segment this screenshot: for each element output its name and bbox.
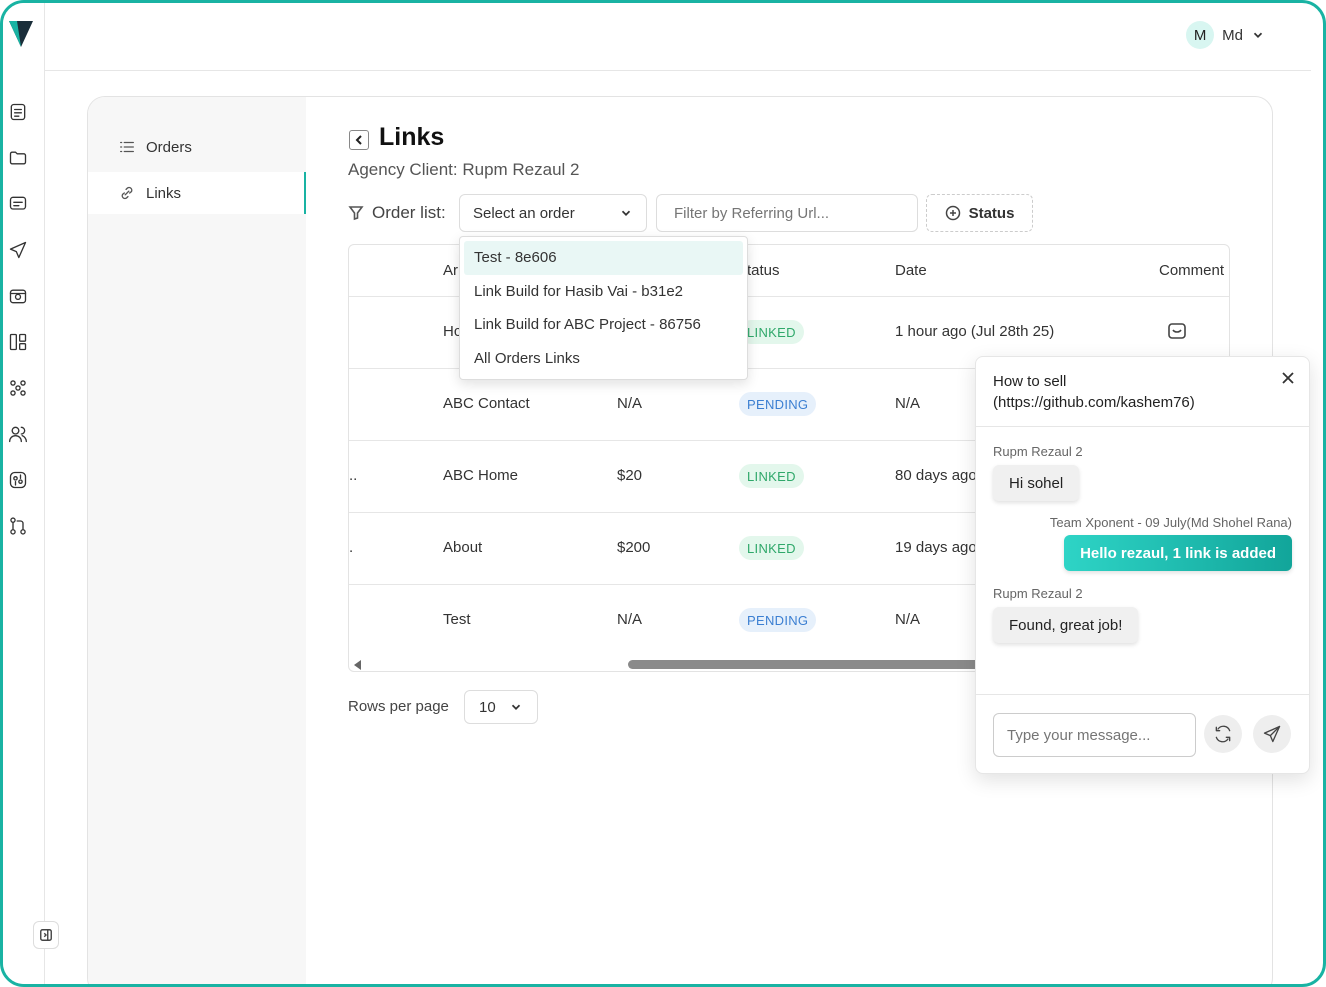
- chevron-left-icon: [355, 135, 362, 145]
- dropdown-option[interactable]: Test - 8e606: [464, 241, 743, 275]
- chevron-down-icon: [621, 210, 631, 216]
- cell-anchor: ABC Home: [443, 467, 519, 484]
- cell-price: $20: [617, 467, 643, 484]
- comment-chat-panel: How to sell (https://github.com/kashem76…: [975, 356, 1310, 774]
- cell-price: $200: [617, 539, 651, 556]
- rows-per-page-select[interactable]: 10: [464, 690, 538, 724]
- back-button[interactable]: [349, 130, 369, 150]
- send-message-icon[interactable]: [1253, 715, 1291, 753]
- status-badge: LINKED: [739, 320, 804, 344]
- comment-icon[interactable]: [1167, 321, 1189, 343]
- cell-date: N/A: [895, 395, 921, 412]
- column-header-anchor[interactable]: Ar: [443, 262, 458, 279]
- message-bubble-incoming: Hi sohel: [993, 465, 1080, 501]
- link-icon: [121, 186, 133, 200]
- cell-price: N/A: [617, 611, 643, 628]
- message-input[interactable]: [993, 713, 1196, 757]
- cell-date: 19 days ago: [895, 539, 977, 556]
- rows-per-page-value: 10: [479, 698, 496, 716]
- cell-date: 80 days ago: [895, 467, 977, 484]
- layout-icon[interactable]: [7, 331, 29, 353]
- rows-per-page-label: Rows per page: [348, 698, 449, 715]
- list-icon: [120, 141, 134, 153]
- plus-circle-icon: [945, 205, 960, 221]
- chevron-down-icon: [1253, 32, 1263, 38]
- top-bar: M Md: [45, 3, 1311, 71]
- message-sender: Team Xponent - 09 July(Md Shohel Rana): [1049, 515, 1292, 530]
- dropdown-option[interactable]: Link Build for ABC Project - 86756: [464, 308, 743, 342]
- message-sender: Rupm Rezaul 2: [993, 586, 1083, 601]
- status-badge: LINKED: [739, 536, 804, 560]
- cell-date: N/A: [895, 611, 921, 628]
- order-select-value: Select an order: [473, 204, 575, 222]
- close-icon[interactable]: [1281, 371, 1295, 385]
- sidebar-toggle-icon[interactable]: [33, 921, 59, 949]
- page-title: Links: [379, 123, 445, 151]
- message-bubble-outgoing: Hello rezaul, 1 link is added: [1064, 535, 1292, 571]
- send-icon[interactable]: [7, 239, 29, 261]
- app-frame: M Md Orders Links Links Agency Client: R…: [0, 0, 1326, 987]
- refresh-icon[interactable]: [1204, 715, 1242, 753]
- status-badge: LINKED: [739, 464, 804, 488]
- brand-logo-icon[interactable]: [7, 17, 35, 56]
- cell-anchor: Test: [443, 611, 471, 628]
- cell-anchor: ABC Contact: [443, 395, 530, 412]
- column-header-status[interactable]: tatus: [747, 262, 780, 279]
- order-list-label: Order list:: [348, 203, 446, 223]
- dropdown-option[interactable]: Link Build for Hasib Vai - b31e2: [464, 275, 743, 309]
- git-pull-request-icon[interactable]: [7, 515, 29, 537]
- agency-client: Agency Client: Rupm Rezaul 2: [348, 160, 580, 179]
- sub-navigation: Orders Links: [88, 97, 306, 984]
- user-menu[interactable]: M Md: [1186, 21, 1265, 49]
- cell-anchor: About: [443, 539, 483, 556]
- referring-url-filter-input[interactable]: [656, 194, 918, 232]
- message-sender: Rupm Rezaul 2: [993, 444, 1083, 459]
- camera-icon[interactable]: [7, 285, 29, 307]
- icon-rail: [3, 3, 45, 984]
- column-header-comment[interactable]: Comment: [1159, 262, 1224, 279]
- chat-composer: [976, 694, 1309, 775]
- cell-date: 1 hour ago (Jul 28th 25): [895, 323, 1055, 340]
- user-name: Md: [1222, 26, 1243, 44]
- document-icon[interactable]: [7, 101, 29, 123]
- subnav-label: Orders: [146, 138, 192, 156]
- status-filter-button[interactable]: Status: [926, 194, 1033, 232]
- order-select[interactable]: Select an order: [459, 194, 647, 232]
- subnav-item-links[interactable]: Links: [88, 172, 306, 214]
- avatar: M: [1186, 21, 1215, 49]
- network-icon[interactable]: [7, 377, 29, 399]
- folder-icon[interactable]: [7, 147, 29, 169]
- chat-header: How to sell (https://github.com/kashem76…: [976, 357, 1309, 427]
- status-badge: PENDING: [739, 392, 817, 416]
- users-icon[interactable]: [7, 423, 29, 445]
- scroll-left-arrow-icon[interactable]: [354, 660, 361, 670]
- horizontal-scrollbar[interactable]: [628, 660, 988, 669]
- subnav-item-orders[interactable]: Orders: [88, 126, 306, 168]
- message-bubble-incoming: Found, great job!: [993, 607, 1139, 643]
- filter-icon: [348, 206, 364, 221]
- chat-icon[interactable]: [7, 193, 29, 215]
- subnav-label: Links: [146, 184, 182, 202]
- status-badge: PENDING: [739, 608, 817, 632]
- settings-icon[interactable]: [7, 469, 29, 491]
- order-dropdown-menu: Test - 8e606 Link Build for Hasib Vai - …: [459, 236, 748, 380]
- column-header-date[interactable]: Date: [895, 262, 927, 279]
- chevron-down-icon: [511, 704, 521, 710]
- cell-lead: ..: [349, 467, 358, 484]
- cell-lead: .: [349, 539, 354, 556]
- dropdown-option[interactable]: All Orders Links: [464, 342, 743, 376]
- chat-title: How to sell (https://github.com/kashem76…: [993, 373, 1195, 411]
- cell-price: N/A: [617, 395, 643, 412]
